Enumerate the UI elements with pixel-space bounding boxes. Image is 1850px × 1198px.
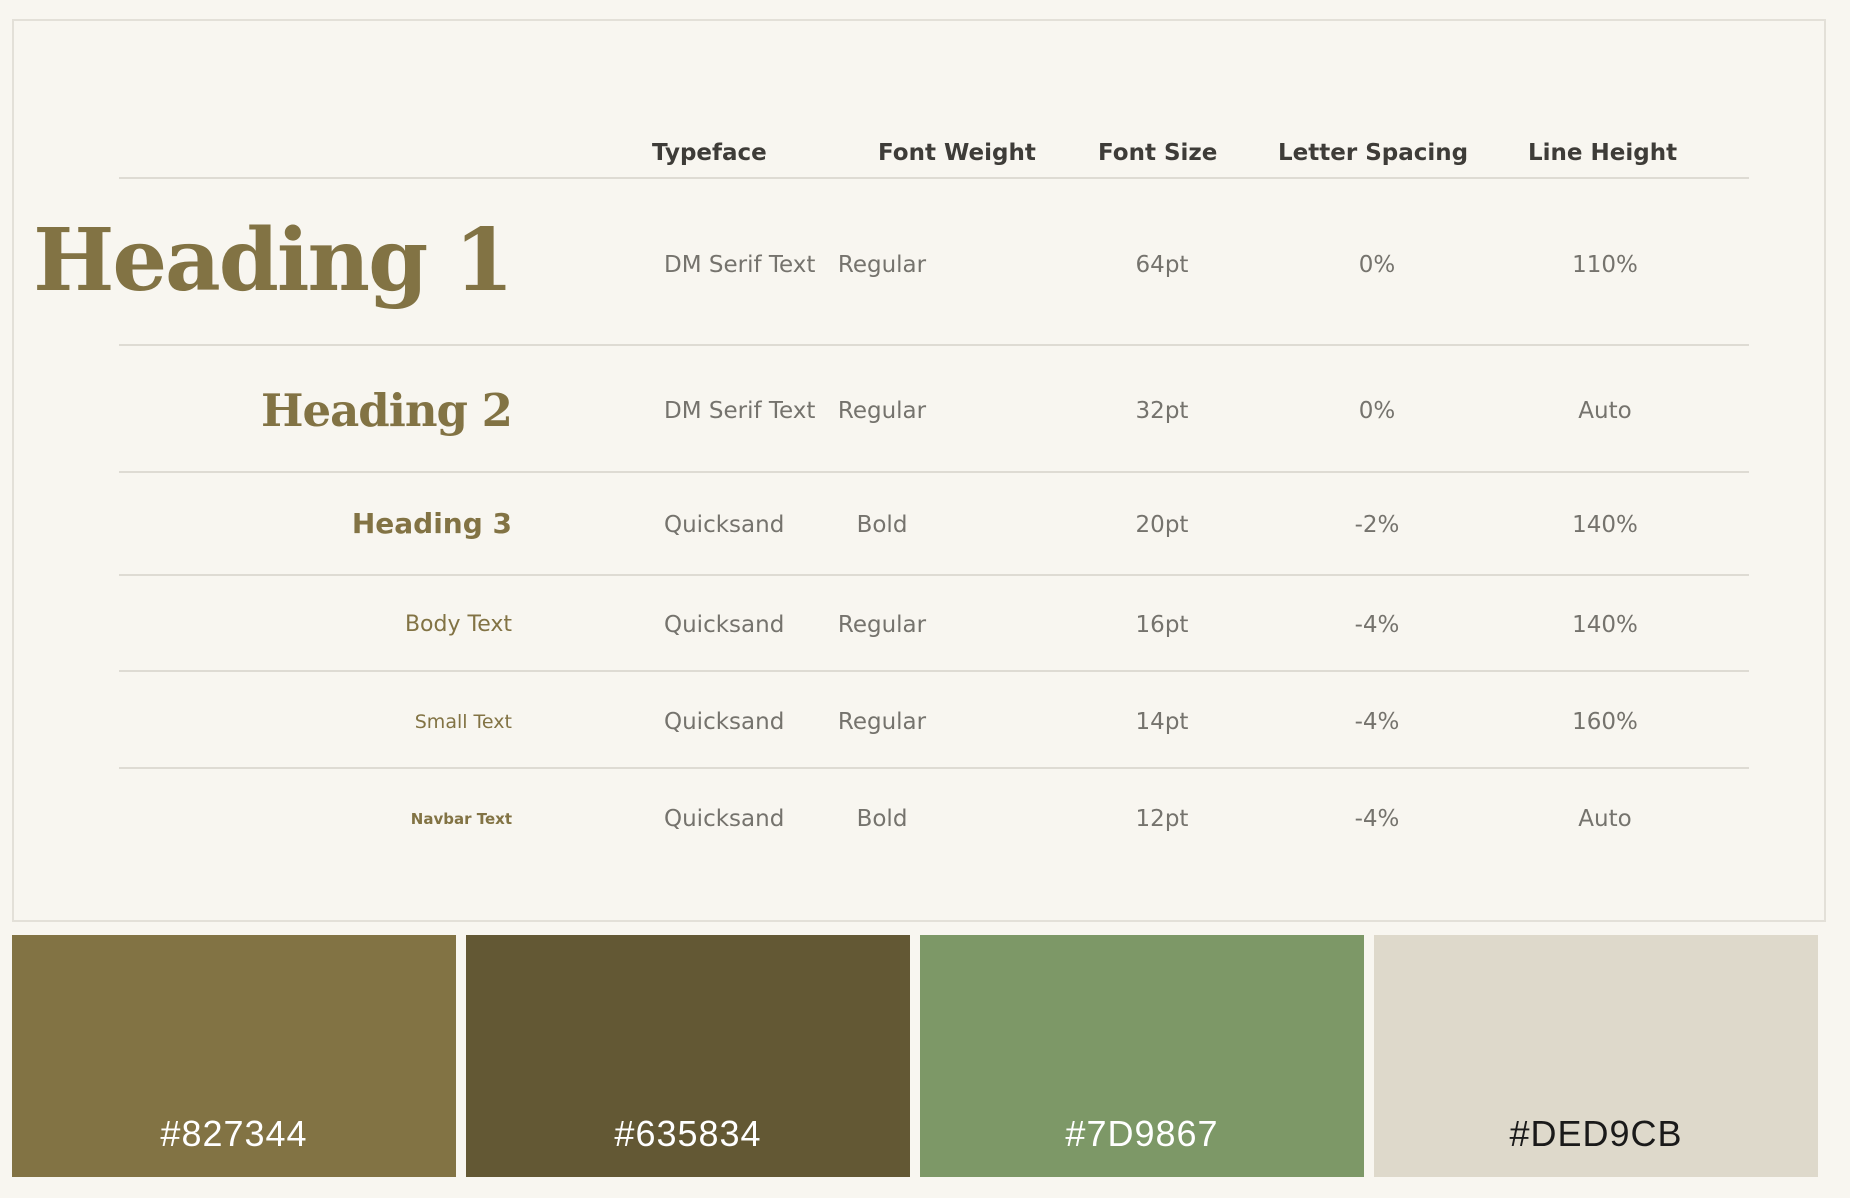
color-swatch-3: #7D9867 <box>920 935 1364 1177</box>
row-1-typeface: DM Serif Text <box>664 252 816 278</box>
row-4-font-weight: Regular <box>837 612 927 638</box>
sample-body-text: Body Text <box>404 612 512 637</box>
row-3-font-size: 20pt <box>1135 512 1189 538</box>
sample-heading-1: Heading 1 <box>33 210 514 311</box>
row-divider <box>119 471 1749 473</box>
row-divider <box>119 767 1749 769</box>
row-4-font-size: 16pt <box>1135 612 1189 638</box>
row-1-letter-spacing: 0% <box>1358 252 1396 278</box>
swatch-hex-label: #7D9867 <box>1065 1113 1219 1154</box>
row-1-font-weight: Regular <box>837 252 927 278</box>
row-6-letter-spacing: -4% <box>1354 806 1400 832</box>
header-typeface: Typeface <box>652 140 767 166</box>
row-3-typeface: Quicksand <box>664 512 785 538</box>
row-2-letter-spacing: 0% <box>1358 398 1396 424</box>
row-2-typeface: DM Serif Text <box>664 398 816 424</box>
sample-heading-3: Heading 3 <box>351 507 512 540</box>
row-5-letter-spacing: -4% <box>1354 709 1400 735</box>
row-4-line-height: 140% <box>1572 612 1638 638</box>
row-2-line-height: Auto <box>1578 398 1632 424</box>
color-swatch-4: #DED9CB <box>1374 935 1818 1177</box>
row-1-font-size: 64pt <box>1135 252 1189 278</box>
row-6-font-weight: Bold <box>856 806 908 832</box>
header-line-height: Line Height <box>1528 140 1678 166</box>
row-3-line-height: 140% <box>1572 512 1638 538</box>
sample-navbar-text: Navbar Text <box>410 810 512 828</box>
row-1-line-height: 110% <box>1572 252 1638 278</box>
row-2-font-weight: Regular <box>837 398 927 424</box>
row-5-typeface: Quicksand <box>664 709 785 735</box>
row-3-letter-spacing: -2% <box>1354 512 1400 538</box>
color-swatch-1: #827344 <box>12 935 456 1177</box>
row-divider <box>119 574 1749 576</box>
row-divider <box>119 670 1749 672</box>
row-5-font-weight: Regular <box>837 709 927 735</box>
typography-panel: Typeface Font Weight Font Size Letter Sp… <box>12 19 1826 922</box>
row-5-line-height: 160% <box>1572 709 1638 735</box>
swatch-hex-label: #DED9CB <box>1509 1113 1683 1154</box>
row-2-font-size: 32pt <box>1135 398 1189 424</box>
color-swatch-2: #635834 <box>466 935 910 1177</box>
row-6-line-height: Auto <box>1578 806 1632 832</box>
row-6-typeface: Quicksand <box>664 806 785 832</box>
row-divider <box>119 344 1749 346</box>
row-4-typeface: Quicksand <box>664 612 785 638</box>
row-5-font-size: 14pt <box>1135 709 1189 735</box>
swatch-hex-label: #635834 <box>614 1113 762 1154</box>
sample-small-text: Small Text <box>414 711 512 733</box>
sample-heading-2: Heading 2 <box>260 384 513 437</box>
row-4-letter-spacing: -4% <box>1354 612 1400 638</box>
row-3-font-weight: Bold <box>856 512 908 538</box>
header-font-weight: Font Weight <box>878 140 1036 166</box>
row-6-font-size: 12pt <box>1135 806 1189 832</box>
swatch-hex-label: #827344 <box>160 1113 308 1154</box>
row-divider <box>119 177 1749 179</box>
header-letter-spacing: Letter Spacing <box>1278 140 1469 166</box>
header-font-size: Font Size <box>1098 140 1218 166</box>
